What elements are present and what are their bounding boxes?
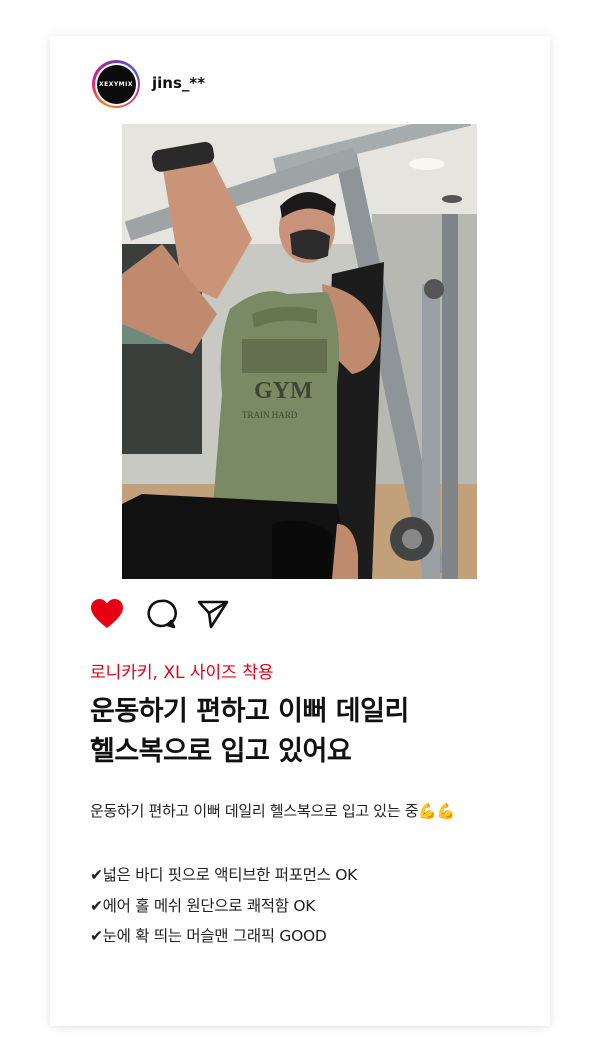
username[interactable]: jins_** [152,74,205,92]
heart-icon[interactable] [90,598,124,634]
post-title: 운동하기 편하고 이뻐 데일리 헬스복으로 입고 있어요 [90,692,520,772]
title-line: 운동하기 편하고 이뻐 데일리 [90,696,409,727]
size-info: 로니카키, XL 사이즈 착용 [90,663,274,683]
avatar-logo: XEXYMIX [96,64,136,104]
feature-item: ✔넓은 바디 핏으로 액티브한 퍼포먼스 OK [90,866,357,884]
feature-item: ✔에어 홀 메쉬 원단으로 쾌적함 OK [90,896,316,915]
shirt-print: GYM [254,378,313,404]
feature-list: ✔넓은 바디 핏으로 액티브한 퍼포먼스 OK ✔에어 홀 메쉬 원단으로 쾌적… [90,860,357,952]
feature-item: ✔눈에 확 띄는 머슬맨 그래픽 GOOD [90,927,327,945]
title-line: 헬스복으로 입고 있어요 [90,736,352,767]
post-photo: GYM TRAIN HARD [122,124,477,579]
shirt-subprint: TRAIN HARD [242,410,298,420]
post-description: 운동하기 편하고 이뻐 데일리 헬스복으로 입고 있는 중💪💪 [90,802,456,820]
share-icon[interactable] [196,598,230,634]
comment-icon[interactable] [145,598,177,634]
avatar[interactable]: XEXYMIX [92,60,140,108]
post-card: XEXYMIX jins_** GYM TRAIN HARD 로니카키, XL … [50,36,550,1026]
